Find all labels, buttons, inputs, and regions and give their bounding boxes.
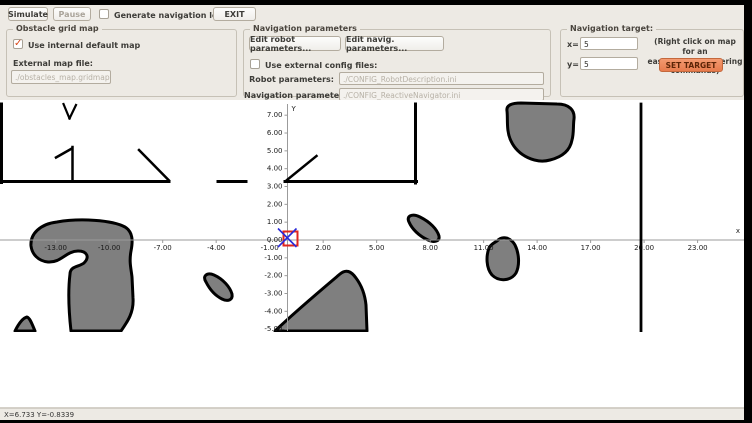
target-x-label: x= xyxy=(567,40,579,49)
y-tick-label: 0.00 xyxy=(267,236,283,244)
y-tick-label: 4.00 xyxy=(267,165,283,173)
cursor-coordinates: X=6.733 Y=-0.8339 xyxy=(4,411,74,419)
target-y-input[interactable]: 5 xyxy=(580,57,638,70)
x-axis-title: x xyxy=(736,227,740,235)
y-tick-label: 1.00 xyxy=(267,218,283,226)
x-tick-label: 14.00 xyxy=(527,244,547,252)
robot-parameters-input[interactable]: ./CONFIG_RobotDescription.ini xyxy=(339,72,544,85)
y-tick-label: -5.00 xyxy=(264,325,282,332)
obstacle-blob xyxy=(275,271,367,331)
navigation-parameters-panel: Navigation parameters Edit robot paramet… xyxy=(243,29,551,97)
target-y-label: y= xyxy=(567,60,579,69)
map-wall xyxy=(56,149,71,158)
use-internal-map-checkbox[interactable]: ✓ xyxy=(13,39,23,49)
x-tick-label: 23.00 xyxy=(688,244,708,252)
map-svg: -13.00 -10.00 -7.00 -4.00 -1.00 2.00 5.00 8.00 1… xyxy=(0,100,744,332)
x-tick-label: -1.00 xyxy=(261,244,279,252)
x-tick-label: 17.00 xyxy=(581,244,601,252)
use-external-config-label: Use external config files: xyxy=(265,61,377,70)
use-internal-map-label: Use internal default map xyxy=(28,41,140,50)
status-bar: X=6.733 Y=-0.8339 xyxy=(0,408,744,420)
navigation-target-panel: Navigation target: x= 5 y= 5 (Right clic… xyxy=(560,29,744,97)
x-tick-label: -7.00 xyxy=(154,244,172,252)
x-tick-label: 2.00 xyxy=(315,244,331,252)
map-wall xyxy=(287,156,317,180)
pause-button[interactable]: Pause xyxy=(53,7,91,21)
external-map-file-label: External map file: xyxy=(13,59,93,68)
hint-line1: (Right click on map for an xyxy=(654,37,736,56)
x-tick-label: -13.00 xyxy=(44,244,67,252)
set-target-button[interactable]: SET TARGET xyxy=(659,58,723,72)
external-map-file-input[interactable]: ./obstacles_map.gridmap xyxy=(11,70,111,84)
y-tick-label: 3.00 xyxy=(267,183,283,191)
y-tick-label: -2.00 xyxy=(264,272,282,280)
y-tick-label: 6.00 xyxy=(267,129,283,137)
y-tick-label: 5.00 xyxy=(267,147,283,155)
map-wall xyxy=(64,104,70,119)
obstacle-blob xyxy=(408,215,439,241)
map-wall xyxy=(139,150,169,181)
generate-log-checkbox[interactable] xyxy=(99,9,109,19)
obstacle-panel-title: Obstacle grid map xyxy=(13,24,102,33)
y-tick-label: 7.00 xyxy=(267,111,283,119)
y-axis-title: Y xyxy=(291,105,297,113)
x-tick-label: 8.00 xyxy=(422,244,438,252)
map-wall xyxy=(70,105,77,119)
app-window: Simulate Pause Generate navigation log f… xyxy=(0,5,744,420)
exit-button[interactable]: EXIT xyxy=(213,7,256,21)
obstacle-blob xyxy=(31,220,133,331)
y-tick-label: -4.00 xyxy=(264,307,282,315)
y-tick-label: -1.00 xyxy=(264,254,282,262)
obstacle-blob xyxy=(15,317,35,331)
edit-robot-parameters-button[interactable]: Edit robot parameters... xyxy=(249,36,341,51)
target-x-input[interactable]: 5 xyxy=(580,37,638,50)
navigation-parameters-label: Navigation parameters: xyxy=(244,91,334,100)
edit-navig-parameters-button[interactable]: Edit navig. parameters... xyxy=(345,36,444,51)
robot-parameters-label: Robot parameters: xyxy=(244,75,334,84)
lower-blank-area xyxy=(0,332,744,408)
obstacle-blob xyxy=(205,274,233,300)
use-external-config-checkbox[interactable] xyxy=(250,59,260,69)
nav-panel-title: Navigation parameters xyxy=(250,24,360,33)
map-canvas[interactable]: -13.00 -10.00 -7.00 -4.00 -1.00 2.00 5.00 8.00 1… xyxy=(0,100,744,332)
y-tick-label: -3.00 xyxy=(264,289,282,297)
obstacle-blob xyxy=(507,103,574,161)
target-panel-title: Navigation target: xyxy=(567,24,656,33)
y-tick-label: 2.00 xyxy=(267,200,283,208)
desktop-background: Simulate Pause Generate navigation log f… xyxy=(0,0,752,423)
x-tick-label: 5.00 xyxy=(369,244,385,252)
x-tick-label: 11.00 xyxy=(474,244,494,252)
x-tick-label: -10.00 xyxy=(98,244,121,252)
obstacle-grid-map-panel: Obstacle grid map ✓ Use internal default… xyxy=(6,29,237,97)
x-tick-label: -4.00 xyxy=(207,244,225,252)
simulate-button[interactable]: Simulate xyxy=(8,7,48,21)
x-tick-label: 20.00 xyxy=(634,244,654,252)
